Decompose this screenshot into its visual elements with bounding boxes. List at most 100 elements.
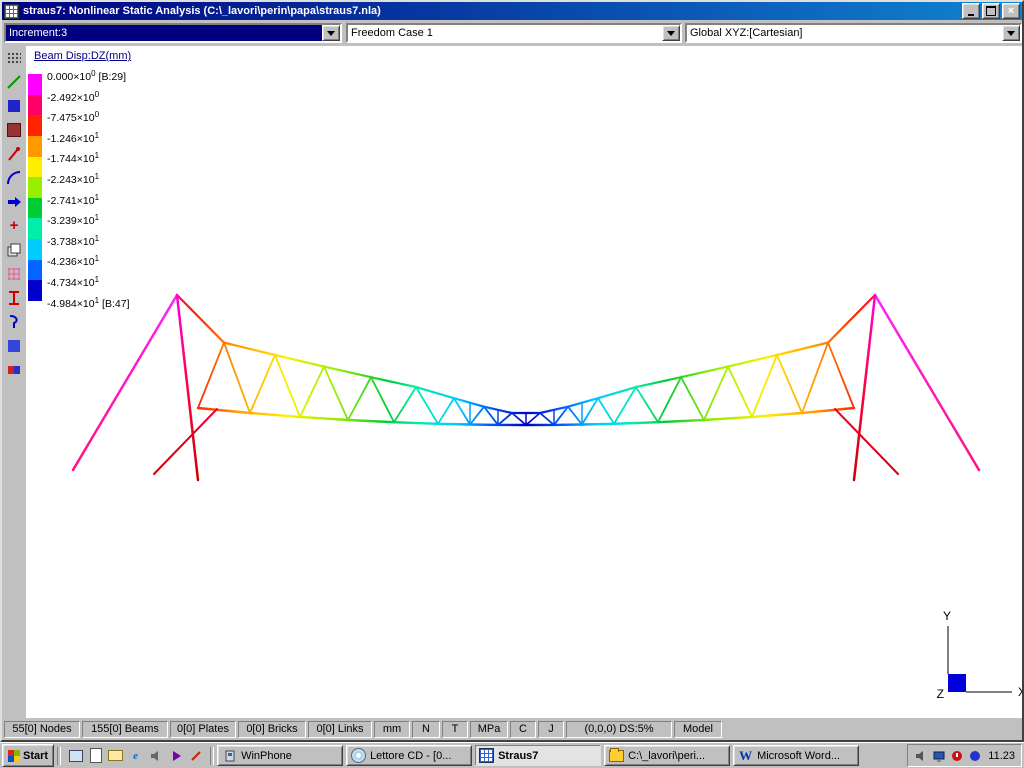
chevron-down-icon[interactable] [1002, 25, 1020, 41]
axis-label-x: X [1018, 685, 1022, 699]
grid-plate-icon[interactable] [5, 265, 23, 283]
taskbar-divider [57, 747, 61, 765]
axis-label-z: Z [937, 687, 944, 701]
tool-palette: + [2, 46, 26, 718]
axis-label-y: Y [943, 609, 951, 623]
task-winphone[interactable]: WinPhone [217, 745, 343, 766]
freedom-case-combobox[interactable]: Freedom Case 1 [346, 23, 682, 43]
volume-icon[interactable] [147, 747, 164, 764]
legend-entry: -4.236×101 [47, 249, 129, 270]
task-label: Straus7 [498, 750, 538, 762]
beam-section-icon[interactable] [5, 289, 23, 307]
maximize-icon [986, 6, 996, 16]
combo-toolbar: Increment:3 Freedom Case 1 Global XYZ:[C… [2, 20, 1022, 46]
result-legend: Beam Disp:DZ(mm) 0.000×100[B:29] -2.492×… [28, 50, 131, 311]
legend-labels: 0.000×100[B:29] -2.492×100 -7.475×100 -1… [47, 64, 129, 311]
task-cd-player[interactable]: Lettore CD - [0... [346, 745, 472, 766]
legend-entry: -2.243×101 [47, 167, 129, 188]
network-tray-icon[interactable] [968, 749, 982, 763]
task-straus7[interactable]: Straus7 [475, 745, 601, 766]
taskbar-clock[interactable]: 11.23 [988, 750, 1015, 762]
status-unit-mass: T [442, 721, 468, 738]
chevron-down-icon[interactable] [662, 25, 680, 41]
copy-stack-icon[interactable] [5, 241, 23, 259]
legend-entry: -7.475×100 [47, 105, 129, 126]
system-tray: 11.23 [907, 744, 1022, 767]
status-unit-temp: C [510, 721, 536, 738]
show-desktop-icon[interactable] [67, 747, 84, 764]
legend-entry: -4.734×101 [47, 270, 129, 291]
status-beams: 155[0] Beams [82, 721, 168, 738]
folder-icon [609, 748, 624, 763]
media-player-icon[interactable] [167, 747, 184, 764]
legend-entry: 0.000×100[B:29] [47, 64, 129, 85]
coord-system-value: Global XYZ:[Cartesian] [687, 25, 1003, 41]
straus7-window: straus7: Nonlinear Static Analysis (C:\_… [0, 0, 1024, 742]
windows-taskbar: Start e WinPhone Lettore CD - [0... [0, 742, 1024, 768]
desktop: straus7: Nonlinear Static Analysis (C:\_… [0, 0, 1024, 768]
status-unit-stress: MPa [470, 721, 508, 738]
app-icon[interactable] [4, 4, 19, 19]
edit-element-icon[interactable] [5, 145, 23, 163]
brick-color-icon[interactable] [5, 361, 23, 379]
window-title: straus7: Nonlinear Static Analysis (C:\_… [23, 5, 960, 17]
phone-icon [222, 748, 237, 763]
chevron-down-icon[interactable] [322, 25, 340, 41]
taskbar-divider [210, 747, 214, 765]
status-plates: 0[0] Plates [170, 721, 236, 738]
maximize-button[interactable] [982, 3, 1000, 19]
task-word[interactable]: W Microsoft Word... [733, 745, 859, 766]
status-nodes: 55[0] Nodes [4, 721, 80, 738]
z-axis-square [948, 674, 966, 692]
create-plate-icon[interactable] [5, 97, 23, 115]
volume-tray-icon[interactable] [914, 749, 928, 763]
status-mode: Model [674, 721, 722, 738]
ie-icon[interactable]: e [127, 747, 144, 764]
legend-entry: -3.239×101 [47, 208, 129, 229]
minimize-button[interactable] [962, 3, 980, 19]
status-unit-energy: J [538, 721, 564, 738]
paint-icon[interactable] [187, 747, 204, 764]
legend-entry: -3.738×101 [47, 229, 129, 250]
legend-colorbar [28, 74, 42, 301]
legend-entry: -1.744×101 [47, 146, 129, 167]
axis-triad: Y X Z [937, 609, 1022, 701]
freedom-case-value: Freedom Case 1 [348, 25, 663, 41]
add-node-icon[interactable]: + [5, 217, 23, 235]
legend-entry: -1.246×101 [47, 126, 129, 147]
create-brick-icon[interactable] [5, 121, 23, 139]
title-bar: straus7: Nonlinear Static Analysis (C:\_… [2, 2, 1022, 20]
status-unit-length: mm [374, 721, 410, 738]
task-label: Microsoft Word... [757, 750, 840, 762]
status-coords-ds: (0,0,0) DS:5% [566, 721, 672, 738]
selection-grid-icon[interactable] [5, 49, 23, 67]
task-explorer[interactable]: C:\_lavori\peri... [604, 745, 730, 766]
bridge-towers [73, 295, 979, 480]
task-label: C:\_lavori\peri... [628, 750, 705, 762]
plate-fill-icon[interactable] [5, 337, 23, 355]
status-bricks: 0[0] Bricks [238, 721, 306, 738]
create-beam-icon[interactable] [5, 73, 23, 91]
minimize-icon [968, 14, 974, 16]
status-bar: 55[0] Nodes 155[0] Beams 0[0] Plates 0[0… [2, 718, 1022, 740]
scheduler-tray-icon[interactable] [950, 749, 964, 763]
start-button[interactable]: Start [2, 744, 54, 767]
close-button[interactable]: × [1002, 3, 1020, 19]
coord-system-combobox[interactable]: Global XYZ:[Cartesian] [685, 23, 1022, 43]
display-tray-icon[interactable] [932, 749, 946, 763]
bridge-model-svg: Y X Z [26, 46, 1022, 718]
model-view[interactable]: Beam Disp:DZ(mm) 0.000×100[B:29] -2.492×… [26, 46, 1022, 718]
legend-entry: -2.741×101 [47, 188, 129, 209]
bridge-truss [177, 295, 875, 425]
document-icon[interactable] [87, 747, 104, 764]
legend-entry: -4.984×101[B:47] [47, 291, 129, 312]
close-icon: × [1008, 6, 1014, 16]
cd-icon [351, 748, 366, 763]
attachment-hook-icon[interactable] [5, 313, 23, 331]
increment-combobox[interactable]: Increment:3 [4, 23, 342, 43]
increment-value: Increment:3 [6, 25, 323, 41]
mail-icon[interactable] [107, 747, 124, 764]
quick-launch: e [64, 747, 207, 764]
arc-tool-icon[interactable] [5, 169, 23, 187]
extrude-arrow-icon[interactable] [5, 193, 23, 211]
